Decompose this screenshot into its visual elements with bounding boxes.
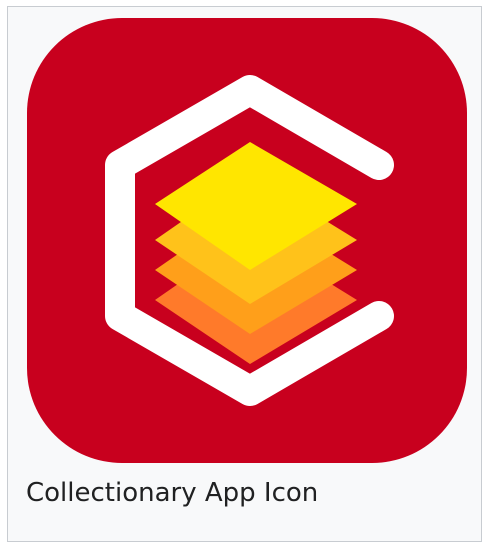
collectionary-app-icon <box>27 18 467 463</box>
thumbnail-frame: Collectionary App Icon <box>7 6 482 542</box>
app-icon-image[interactable] <box>27 18 467 463</box>
image-caption: Collectionary App Icon <box>26 478 319 508</box>
